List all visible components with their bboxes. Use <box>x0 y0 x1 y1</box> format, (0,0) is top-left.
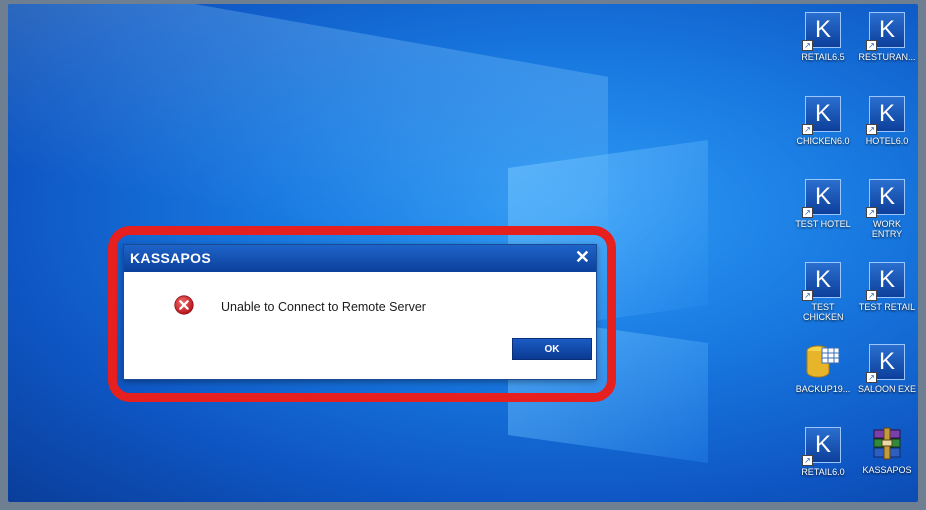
desktop-icon-label: RESTURAN... <box>858 52 916 62</box>
desktop-icon[interactable]: K ↗ HOTEL6.0 <box>856 96 918 146</box>
ok-button[interactable]: OK <box>512 338 592 360</box>
desktop-icon-label: SALOON EXE <box>857 384 917 394</box>
kassapos-shortcut-icon: K ↗ <box>866 12 905 51</box>
desktop-icon[interactable]: K ↗ WORK ENTRY <box>856 179 918 239</box>
shortcut-arrow-icon: ↗ <box>802 124 813 135</box>
kassapos-shortcut-icon: K ↗ <box>802 427 841 466</box>
error-message: Unable to Connect to Remote Server <box>221 300 426 314</box>
kassapos-shortcut-icon: K ↗ <box>866 179 905 218</box>
desktop-icon-label: RETAIL6.0 <box>801 467 845 477</box>
desktop-icon[interactable]: K ↗ RETAIL6.5 <box>792 12 854 62</box>
kassapos-shortcut-icon: K ↗ <box>802 96 841 135</box>
shortcut-arrow-icon: ↗ <box>802 290 813 301</box>
desktop-icon-label: RETAIL6.5 <box>801 52 845 62</box>
desktop-icon-label: WORK ENTRY <box>871 219 903 239</box>
desktop-icon[interactable]: K ↗ RETAIL6.0 <box>792 427 854 477</box>
desktop-icon[interactable]: K ↗ CHICKEN6.0 <box>792 96 854 146</box>
shortcut-arrow-icon: ↗ <box>866 290 877 301</box>
error-dialog: KASSAPOS ✕ Unable to Connect to Remote S… <box>123 244 597 380</box>
desktop-icon-label: BACKUP19... <box>795 384 851 394</box>
dialog-title: KASSAPOS <box>130 250 211 266</box>
desktop-icon[interactable]: K ↗ TEST HOTEL <box>792 179 854 229</box>
kassapos-shortcut-icon: K ↗ <box>802 262 841 301</box>
desktop-icon[interactable]: K ↗ TEST CHICKEN <box>792 262 854 322</box>
desktop-icon[interactable]: KASSAPOS <box>856 427 918 475</box>
winrar-archive-icon <box>870 427 904 461</box>
desktop-icon-label: TEST CHICKEN <box>803 302 844 322</box>
close-button[interactable]: ✕ <box>575 247 590 268</box>
desktop-icon-label: CHICKEN6.0 <box>796 136 850 146</box>
desktop-icon-label: HOTEL6.0 <box>865 136 909 146</box>
desktop-icon[interactable]: BACKUP19... <box>792 344 854 394</box>
database-backup-icon <box>806 344 840 380</box>
shortcut-arrow-icon: ↗ <box>802 207 813 218</box>
shortcut-arrow-icon: ↗ <box>866 124 877 135</box>
shortcut-arrow-icon: ↗ <box>866 372 877 383</box>
desktop-icon[interactable]: K ↗ TEST RETAIL <box>856 262 918 312</box>
desktop-icon[interactable]: K ↗ SALOON EXE <box>856 344 918 394</box>
kassapos-shortcut-icon: K ↗ <box>866 344 905 383</box>
dialog-titlebar[interactable]: KASSAPOS ✕ <box>124 245 596 272</box>
kassapos-shortcut-icon: K ↗ <box>802 12 841 51</box>
kassapos-shortcut-icon: K ↗ <box>802 179 841 218</box>
kassapos-shortcut-icon: K ↗ <box>866 262 905 301</box>
desktop-icon-label: TEST RETAIL <box>858 302 916 312</box>
shortcut-arrow-icon: ↗ <box>802 455 813 466</box>
kassapos-shortcut-icon: K ↗ <box>866 96 905 135</box>
desktop-icon[interactable]: K ↗ RESTURAN... <box>856 12 918 62</box>
desktop-icon-label: TEST HOTEL <box>795 219 851 229</box>
shortcut-arrow-icon: ↗ <box>866 207 877 218</box>
shortcut-arrow-icon: ↗ <box>802 40 813 51</box>
shortcut-arrow-icon: ↗ <box>866 40 877 51</box>
error-icon <box>174 295 194 315</box>
desktop-icon-label: KASSAPOS <box>862 465 912 475</box>
